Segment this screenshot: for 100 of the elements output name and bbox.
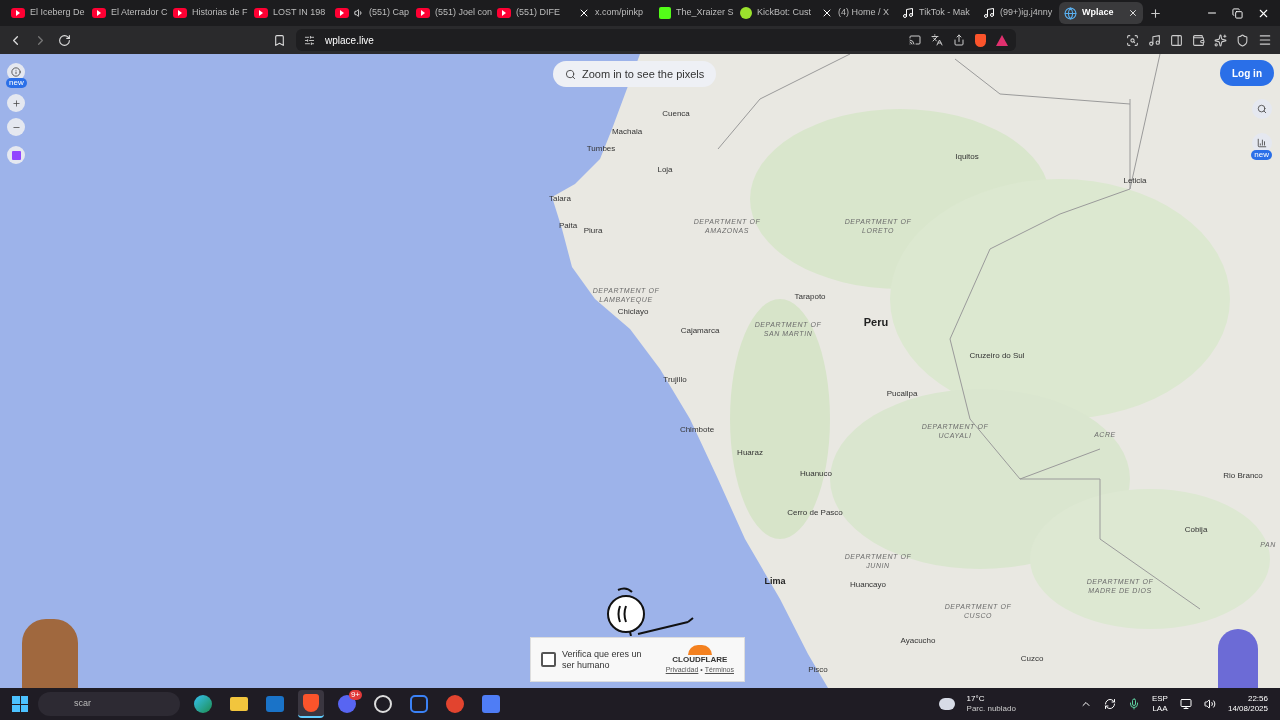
tab-title: TikTok - Mak [919,6,970,20]
notification-badge: 9+ [348,690,362,700]
tab-title: El Iceberg De [30,6,85,20]
weather-text: Parc. nublado [966,704,1016,714]
city-label: Cuenca [662,108,690,120]
tab-title: (551) Joel con [435,6,493,20]
menu-icon[interactable] [1258,33,1272,47]
new-badge: new [1251,150,1272,160]
play-icon [497,8,511,18]
play-icon [335,8,349,18]
language-text[interactable]: ESP [1151,694,1168,704]
address-bar[interactable]: wplace.live [296,29,1016,51]
search-field[interactable]: scar [38,692,180,716]
tab-title: (551) Cap [369,6,410,20]
tab-title: El Aterrador C [111,6,168,20]
browser-tab[interactable]: Historias de F [168,2,249,24]
site-settings-icon[interactable] [304,34,315,46]
browser-tab[interactable]: (551) Joel con [411,2,492,24]
city-label: Trujillo [663,374,687,386]
browser-tab[interactable]: (99+)ig.j4nny [978,2,1059,24]
browser-tab[interactable]: (4) Home / X [816,2,897,24]
sync-icon[interactable] [1103,698,1116,710]
new-tab-icon[interactable] [1149,6,1162,20]
volume-icon[interactable] [1203,698,1216,710]
tab-title: (99+)ig.j4nny [1000,6,1053,20]
screenshot-icon[interactable] [1126,33,1139,47]
city-label: Tumbes [586,143,616,155]
wallet-icon[interactable] [1192,33,1205,47]
browser-tab[interactable]: TikTok - Mak [897,2,978,24]
city-label: Cerro de Pasco [787,507,843,519]
cloud-icon [687,645,712,655]
city-label: Cajamarca [680,325,720,337]
windows-logo-icon[interactable] [12,696,28,712]
share-icon[interactable] [953,34,965,46]
city-label: Talara [549,193,571,205]
music-icon[interactable] [1148,33,1161,47]
city-label: Huanuco [800,468,832,480]
taskbar-app[interactable] [298,690,324,718]
browser-tab[interactable]: The_Xraizer S [654,2,735,24]
play-icon [92,8,106,18]
captcha-label: Verifica que eres un ser humano [562,648,643,671]
browser-tab[interactable]: (551) DIFE [492,2,573,24]
search-icon [1256,104,1267,114]
stream-button[interactable] [7,146,26,164]
city-label: Rio Branco [1223,470,1263,482]
mic-icon[interactable] [1127,698,1140,710]
square-app-icon [482,695,500,713]
keyboard-layout-text[interactable]: LAA [1152,704,1168,714]
country-label: Peru [863,314,889,330]
restore-icon[interactable] [1232,7,1243,19]
temperature-text: 17°C [966,694,986,704]
note-icon [902,7,914,19]
play-icon [254,8,268,18]
city-label: Lima [764,575,786,589]
city-label: Huancayo [850,579,886,591]
url-text: wplace.live [325,33,374,48]
date-text[interactable]: 14/08/2025 [1227,704,1268,714]
browser-tab[interactable]: El Aterrador C [87,2,168,24]
play-icon [416,8,430,18]
zoom-icon [565,68,576,80]
tab-title: (551) DIFE [516,6,560,20]
note-icon [983,7,995,19]
network-icon[interactable] [1179,698,1192,710]
tab-title: LOST IN 198 [273,6,326,20]
bar-chart-icon [1256,138,1267,148]
info-button[interactable] [7,63,26,81]
browser-tab[interactable]: x.com/pinkp [573,2,654,24]
hint-text: Zoom in to see the pixels [582,66,705,82]
zoom-in-button[interactable] [7,94,26,112]
taskbar-app[interactable]: 9+ [334,690,360,718]
tab-title: x.com/pinkp [595,6,644,20]
close-tab-icon[interactable] [1128,8,1138,18]
browser-tab[interactable]: (551) Cap [330,2,411,24]
reload-icon[interactable] [58,33,71,47]
city-label: Leticia [1123,175,1147,187]
city-label: Loja [657,164,673,176]
city-label: Cobija [1184,524,1208,536]
new-badge: new [6,78,27,88]
city-label: Chimbote [679,424,715,436]
sidebar-icon[interactable] [1170,33,1183,47]
x-logo-icon [821,7,833,19]
tab-title: (4) Home / X [838,6,889,20]
clock-text[interactable]: 22:56 [1247,694,1268,704]
captcha-checkbox[interactable] [541,652,556,667]
browser-tab[interactable]: Wplace [1059,2,1143,24]
login-button[interactable]: Log in [1220,60,1274,86]
translate-icon[interactable] [931,34,943,46]
tab-title: KickBot: Cust [757,6,812,20]
city-label: Cuzco [1020,653,1044,665]
browser-tab[interactable]: El Iceberg De [6,2,87,24]
globe-icon [1064,6,1077,20]
city-label: Pucallpa [886,388,918,400]
cast-icon[interactable] [909,34,921,46]
city-label: Tarapoto [794,291,826,303]
bookmark-icon[interactable] [273,33,286,47]
city-label: Paita [558,220,578,232]
sparkle-icon[interactable] [1214,33,1227,47]
shield-icon[interactable] [1236,33,1249,47]
browser-tab[interactable]: KickBot: Cust [735,2,816,24]
browser-tab[interactable]: LOST IN 198 [249,2,330,24]
